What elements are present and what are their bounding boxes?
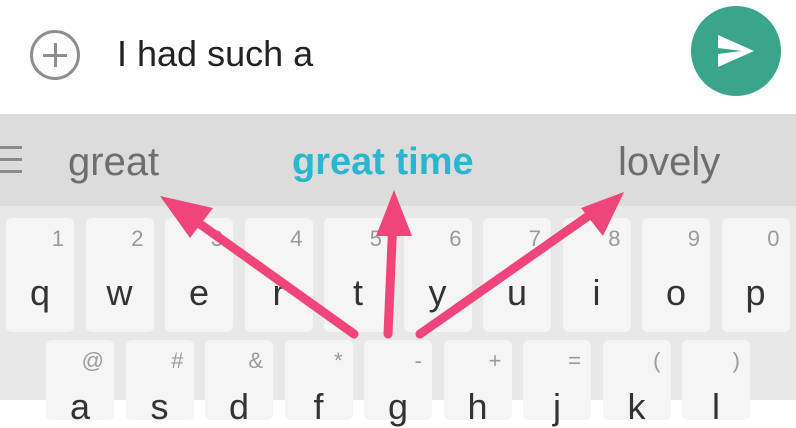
message-input[interactable]: I had such a <box>117 32 313 76</box>
key-hint: 3 <box>210 226 223 251</box>
key-letter: h <box>467 386 488 427</box>
key-hint: & <box>248 348 263 373</box>
key-letter: s <box>150 386 169 427</box>
key-j[interactable]: = j <box>523 340 591 427</box>
key-letter: a <box>69 386 91 427</box>
key-hint: @ <box>81 348 104 373</box>
hamburger-menu-icon[interactable] <box>0 146 22 174</box>
key-hint: 1 <box>51 226 64 251</box>
key-letter: e <box>188 272 210 313</box>
key-k[interactable]: (k <box>602 340 671 427</box>
key-s[interactable]: # s <box>125 340 194 427</box>
send-button[interactable] <box>691 6 781 96</box>
key-hint: 8 <box>608 226 621 251</box>
key-q[interactable]: 1q <box>6 218 74 332</box>
key-hint: 6 <box>449 226 462 251</box>
key-hint: 2 <box>131 226 144 251</box>
key-u[interactable]: 7u <box>483 218 551 332</box>
key-letter: j <box>553 386 561 427</box>
key-w[interactable]: 2w <box>85 218 154 332</box>
key-hint: 4 <box>290 226 303 251</box>
key-letter: g <box>387 386 409 427</box>
key-h[interactable]: + h <box>443 340 512 427</box>
key-hint: + <box>488 348 502 373</box>
key-letter: i <box>592 272 601 313</box>
key-letter: r <box>272 272 285 313</box>
key-hint: # <box>171 348 184 373</box>
key-hint: 7 <box>528 226 541 251</box>
key-y[interactable]: 6y <box>403 218 472 332</box>
key-o[interactable]: 9o <box>642 218 710 332</box>
key-letter: l <box>712 386 720 427</box>
key-a[interactable]: @ a <box>46 340 114 427</box>
key-letter: t <box>352 272 363 313</box>
key-letter: w <box>106 272 133 313</box>
key-t[interactable]: 5t <box>324 218 392 332</box>
key-p[interactable]: 0p <box>721 218 790 332</box>
plus-circle-icon[interactable] <box>30 30 80 80</box>
suggestion-right[interactable]: lovely <box>618 138 720 186</box>
key-letter: o <box>665 272 687 313</box>
key-letter: k <box>627 386 646 427</box>
key-hint: ) <box>732 348 740 373</box>
key-d[interactable]: & d <box>205 340 273 427</box>
key-hint: - <box>414 348 422 373</box>
key-f[interactable]: * f <box>284 340 353 427</box>
key-letter: u <box>506 272 528 313</box>
key-e[interactable]: 3e <box>165 218 233 332</box>
key-letter: f <box>313 386 324 427</box>
suggestion-left[interactable]: great <box>68 138 159 186</box>
suggestion-center[interactable]: great time <box>292 138 474 186</box>
key-l[interactable]: ) l <box>682 340 750 427</box>
key-letter: q <box>29 272 51 313</box>
key-hint: = <box>568 348 581 373</box>
key-hint: ( <box>653 348 661 373</box>
suggestion-strip: great great time lovely <box>0 114 796 206</box>
key-letter: y <box>428 272 447 313</box>
key-letter: p <box>745 272 766 313</box>
key-g[interactable]: -g <box>364 340 432 427</box>
key-letter: d <box>228 386 250 427</box>
key-r[interactable]: 4r <box>244 218 313 332</box>
send-icon <box>718 35 754 67</box>
key-hint: 5 <box>369 226 382 251</box>
compose-bar: I had such a <box>0 0 796 114</box>
key-hint: 9 <box>687 226 700 251</box>
keyboard: 1q2w3e4r5t6y7u8i9o0p @ a # s & d * f - g + h = j(k) l <box>0 206 796 427</box>
key-i[interactable]: 8i <box>562 218 631 332</box>
key-hint: * <box>333 348 343 373</box>
key-hint: 0 <box>767 226 780 251</box>
